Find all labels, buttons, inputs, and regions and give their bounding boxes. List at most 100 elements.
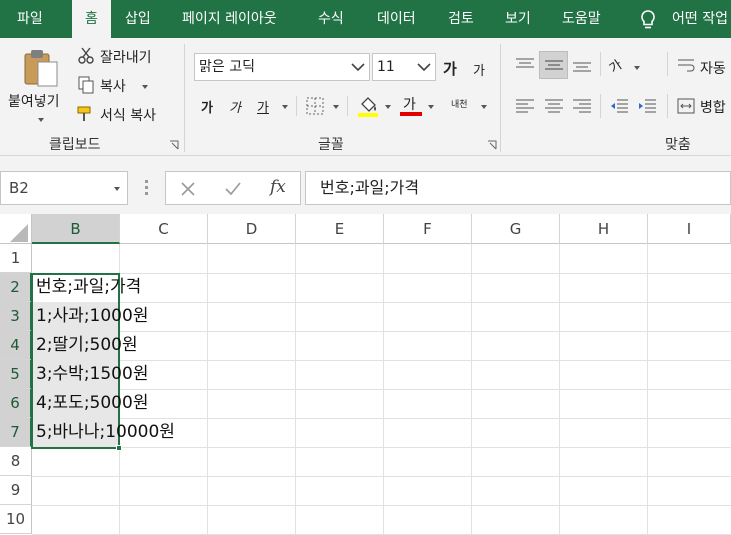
formula-bar-grip[interactable]: [145, 180, 148, 195]
formula-input[interactable]: 번호;과일;가격: [305, 171, 731, 205]
row-header-3[interactable]: 3: [0, 302, 32, 331]
format-painter-icon: [77, 106, 91, 121]
row-header-9[interactable]: 9: [0, 476, 32, 505]
align-left-icon[interactable]: [515, 98, 535, 114]
orientation-button[interactable]: 가: [605, 54, 625, 77]
wrap-text-icon: [678, 59, 695, 72]
row-header-8[interactable]: 8: [0, 447, 32, 476]
font-color-swatch: [400, 112, 422, 116]
borders-dropdown-icon[interactable]: [333, 105, 339, 109]
tab-page-layout[interactable]: 페이지 레이아웃: [182, 0, 277, 38]
cell-b7[interactable]: 5;바나나;10000원: [32, 418, 175, 447]
tab-insert[interactable]: 삽입: [125, 0, 151, 38]
row-header-6[interactable]: 6: [0, 389, 32, 418]
name-box-value: B2: [9, 179, 29, 197]
insert-function-button[interactable]: fx: [270, 177, 286, 197]
align-right-icon[interactable]: [572, 98, 592, 114]
row-header-5[interactable]: 5: [0, 360, 32, 389]
group-divider: [500, 44, 501, 152]
decrease-indent-icon[interactable]: [609, 98, 629, 114]
fill-color-dropdown-icon[interactable]: [385, 105, 391, 109]
borders-icon[interactable]: [305, 96, 325, 116]
decrease-font-size-button[interactable]: 가: [473, 60, 485, 79]
tab-formulas[interactable]: 수식: [318, 0, 344, 38]
cell-b2[interactable]: 번호;과일;가격: [32, 273, 141, 302]
tab-view[interactable]: 보기: [505, 0, 531, 38]
tab-file[interactable]: 파일: [17, 0, 43, 38]
copy-icon: [78, 76, 94, 94]
lightbulb-icon[interactable]: [638, 9, 658, 31]
increase-indent-icon[interactable]: [637, 98, 657, 114]
column-header-b[interactable]: B: [32, 214, 120, 244]
column-header-e[interactable]: E: [296, 214, 384, 244]
merge-cells-icon: [677, 98, 695, 114]
font-size-select[interactable]: 11: [372, 53, 436, 81]
paste-icon[interactable]: [22, 48, 60, 88]
row-header-4[interactable]: 4: [0, 331, 32, 360]
row-header-7[interactable]: 7: [0, 418, 32, 447]
font-name-value: 맑은 고딕: [199, 59, 255, 75]
divider: [600, 94, 601, 118]
font-size-value: 11: [377, 59, 395, 75]
chevron-down-icon: [351, 63, 365, 72]
select-all-button[interactable]: [0, 214, 32, 244]
increase-font-size-button[interactable]: 가: [443, 58, 457, 79]
font-name-select[interactable]: 맑은 고딕: [194, 53, 370, 81]
italic-button[interactable]: 가: [229, 97, 241, 116]
copy-dropdown-icon[interactable]: [142, 85, 148, 89]
name-box-dropdown-icon[interactable]: [114, 187, 120, 191]
tell-me-search[interactable]: 어떤 작업: [672, 0, 728, 38]
formula-bar: B2 fx 번호;과일;가격: [0, 156, 731, 214]
underline-button[interactable]: 가: [257, 97, 269, 116]
column-header-d[interactable]: D: [208, 214, 296, 244]
row-header-2[interactable]: 2: [0, 273, 32, 302]
phonetic-guide-button[interactable]: 내천: [451, 97, 468, 110]
column-header-c[interactable]: C: [120, 214, 208, 244]
tab-data[interactable]: 데이터: [377, 0, 416, 38]
divider: [667, 94, 668, 118]
paste-dropdown-icon[interactable]: [38, 118, 44, 122]
tab-review[interactable]: 검토: [448, 0, 474, 38]
row-header-1[interactable]: 1: [0, 244, 32, 273]
bold-button[interactable]: 가: [201, 97, 213, 116]
font-launcher-icon[interactable]: [487, 140, 497, 150]
tab-help[interactable]: 도움말: [562, 0, 601, 38]
align-bottom-icon[interactable]: [572, 56, 592, 74]
cell-b6[interactable]: 4;포도;5000원: [32, 389, 148, 418]
format-painter-button[interactable]: 서식 복사: [100, 105, 156, 125]
name-box[interactable]: B2: [0, 171, 128, 205]
column-header-h[interactable]: H: [560, 214, 648, 244]
align-center-icon[interactable]: [544, 98, 564, 114]
chevron-down-icon: [417, 63, 431, 72]
column-header-f[interactable]: F: [384, 214, 472, 244]
worksheet-grid: B C D E F G H I 1 2 3 4 5 6 7 8 9 10 번호;…: [0, 214, 731, 535]
phonetic-dropdown-icon[interactable]: [481, 105, 487, 109]
align-top-icon[interactable]: [515, 56, 535, 74]
column-header-i[interactable]: I: [648, 214, 731, 244]
select-all-triangle-icon: [10, 224, 28, 242]
column-header-g[interactable]: G: [472, 214, 560, 244]
row-header-10[interactable]: 10: [0, 505, 32, 534]
cut-button[interactable]: 잘라내기: [100, 47, 152, 67]
orientation-dropdown-icon[interactable]: [634, 66, 640, 70]
cell-b3[interactable]: 1;사과;1000원: [32, 302, 148, 331]
tab-home[interactable]: 홈: [72, 0, 111, 38]
font-color-button[interactable]: 가: [403, 94, 416, 114]
paste-button[interactable]: 붙여넣기: [8, 91, 60, 111]
merge-center-button[interactable]: 병합: [700, 97, 726, 117]
divider: [600, 52, 601, 76]
ribbon-tab-bar: 파일 홈 삽입 페이지 레이아웃 수식 데이터 검토 보기 도움말 어떤 작업: [0, 0, 731, 38]
check-icon[interactable]: [224, 181, 242, 197]
underline-dropdown-icon[interactable]: [282, 105, 288, 109]
cell-b5[interactable]: 3;수박;1500원: [32, 360, 148, 389]
scissors-icon: [78, 47, 94, 64]
cell-b4[interactable]: 2;딸기;500원: [32, 331, 138, 360]
copy-button[interactable]: 복사: [100, 76, 126, 96]
clipboard-launcher-icon[interactable]: [169, 140, 179, 150]
divider: [296, 96, 297, 116]
wrap-text-button[interactable]: 자동: [700, 58, 726, 78]
fill-color-icon[interactable]: [357, 94, 379, 118]
font-color-dropdown-icon[interactable]: [428, 105, 434, 109]
close-icon[interactable]: [180, 181, 196, 197]
formula-buttons: fx: [165, 171, 301, 205]
